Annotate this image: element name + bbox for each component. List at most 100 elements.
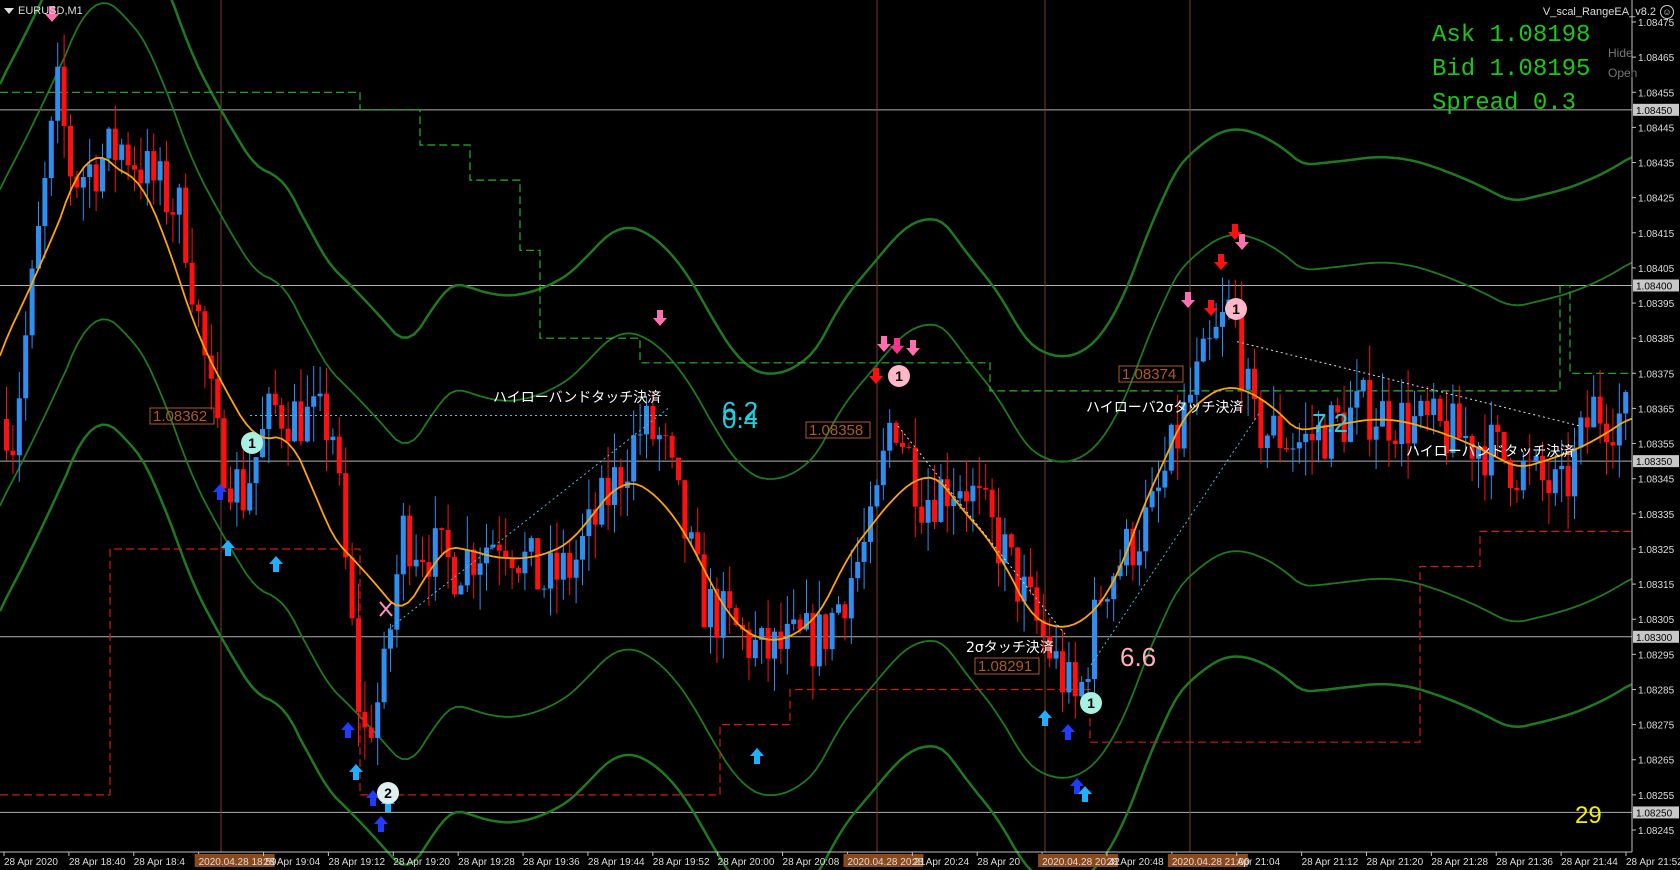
bear-candle (516, 567, 521, 574)
bull-candle (1245, 368, 1251, 390)
chart-symbol[interactable]: EURUSD,M1 (4, 5, 83, 17)
bear-candle (765, 628, 771, 659)
bull-candle (1296, 442, 1302, 449)
bear-candle (445, 529, 451, 558)
bear-candle (1258, 398, 1264, 449)
price-level-label: 1.08250 (1636, 808, 1673, 819)
bear-candle (1284, 447, 1289, 450)
bear-candle (823, 614, 829, 650)
bull-candle (644, 405, 649, 435)
bear-candle (138, 169, 144, 184)
bear-candle (567, 552, 573, 578)
bear-candle (362, 711, 368, 728)
time-tick-label: 28 Apr 20 (977, 857, 1020, 868)
bull-candle (925, 499, 931, 523)
bull-candle (100, 158, 105, 192)
bull-candle (247, 483, 253, 511)
bear-candle (420, 559, 425, 563)
bull-candle (541, 588, 547, 590)
bear-candle (554, 552, 560, 580)
bear-candle (336, 436, 342, 474)
price-tick-label: 1.08385 (1638, 334, 1675, 345)
bull-candle (631, 435, 637, 482)
bear-candle (989, 489, 995, 518)
bull-candle (1053, 651, 1059, 659)
entry-marker-label: 2 (384, 785, 392, 801)
spread-quote: Spread 0.3 (1432, 90, 1577, 117)
bull-candle (1360, 379, 1366, 392)
bear-candle (778, 631, 784, 649)
bull-candle (720, 591, 726, 638)
time-tick-label: 28 Apr 21:36 (1496, 857, 1553, 868)
bear-candle (10, 450, 16, 456)
profit-number: 6.6 (1120, 642, 1156, 672)
bear-candle (1495, 424, 1501, 433)
time-tick-label: 28 Apr 21:44 (1561, 857, 1618, 868)
bull-candle (1156, 487, 1161, 492)
profit-number: 0.4 (722, 404, 758, 434)
bear-candle (298, 401, 304, 442)
bear-candle (1437, 398, 1443, 421)
time-tick-label: 28 Apr 18:4 (134, 857, 186, 868)
bull-candle (861, 541, 867, 562)
bull-candle (87, 164, 93, 178)
bull-candle (957, 491, 963, 499)
ea-name: V_scal_RangeEA_v8.2 (1542, 6, 1656, 18)
bull-candle (612, 467, 617, 505)
bear-candle (727, 591, 733, 608)
bull-candle (1220, 311, 1225, 327)
bear-candle (1367, 379, 1373, 440)
price-tick-label: 1.08395 (1638, 299, 1675, 310)
bear-candle (1028, 576, 1033, 588)
bear-candle (1565, 465, 1571, 497)
bull-candle (1104, 599, 1110, 602)
bull-candle (36, 225, 41, 269)
entry-marker-label: 1 (248, 435, 256, 451)
bear-candle (1610, 442, 1616, 446)
bull-candle (176, 187, 182, 215)
bull-candle (1162, 470, 1168, 488)
price-tag: 1.08358 (809, 422, 863, 439)
close-label: ハイローバンドタッチ決済 (1406, 444, 1574, 460)
bull-candle (560, 552, 566, 580)
bar-counter: 29 (1575, 802, 1602, 829)
price-level-label: 1.08300 (1636, 633, 1673, 644)
bear-candle (183, 187, 189, 263)
bull-candle (1079, 681, 1085, 697)
bear-candle (509, 557, 515, 568)
bear-candle (932, 499, 937, 522)
bull-candle (1373, 426, 1379, 440)
hide-button[interactable]: Hide (1608, 46, 1633, 60)
price-tick-label: 1.08265 (1638, 756, 1675, 767)
bear-candle (324, 393, 329, 441)
bear-candle (343, 473, 349, 558)
bull-candle (836, 604, 841, 613)
ea-indicator[interactable]: V_scal_RangeEA_v8.2 ☺ (1543, 5, 1674, 19)
bear-candle (132, 165, 137, 170)
bull-candle (388, 629, 393, 649)
bear-candle (900, 442, 905, 447)
bear-candle (452, 557, 457, 595)
bull-candle (253, 457, 259, 484)
bear-candle (535, 538, 541, 590)
bear-candle (503, 550, 509, 558)
chevron-down-icon[interactable] (4, 8, 14, 14)
bear-candle (439, 528, 445, 530)
smiley-icon: ☺ (1660, 5, 1674, 19)
bull-candle (23, 335, 29, 399)
bull-candle (656, 435, 662, 440)
price-chart[interactable]: 1.08362 1.08358 1.08291 1.08374 ハイローバンドタッチ決済… (0, 0, 1680, 870)
bear-candle (170, 212, 176, 215)
bear-candle (1456, 403, 1462, 439)
open-button[interactable]: Open (1608, 66, 1637, 80)
bear-candle (112, 128, 118, 160)
bull-candle (970, 485, 976, 502)
bull-candle (637, 434, 643, 436)
bull-candle (874, 485, 880, 507)
bull-candle (772, 631, 777, 659)
bear-candle (471, 549, 477, 575)
bull-candle (266, 393, 272, 430)
bull-candle (887, 422, 893, 451)
time-tick-label: 28 Apr 19:28 (458, 857, 515, 868)
bear-candle (676, 457, 681, 481)
